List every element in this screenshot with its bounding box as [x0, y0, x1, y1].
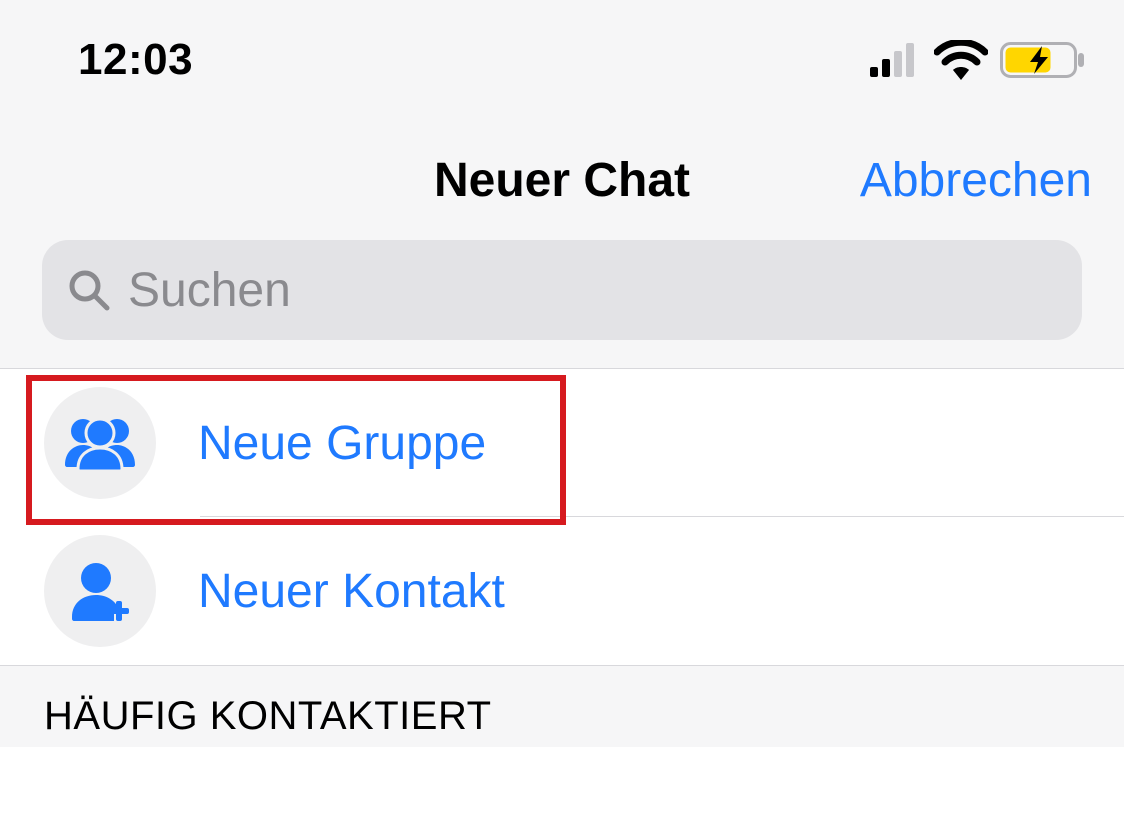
search-input[interactable]	[128, 263, 1056, 318]
new-contact-label: Neuer Kontakt	[198, 564, 505, 619]
cancel-button[interactable]: Abbrechen	[860, 120, 1092, 240]
new-contact-row[interactable]: Neuer Kontakt	[0, 517, 1124, 665]
action-list: Neue Gruppe Neuer Kontakt	[0, 369, 1124, 665]
search-bar	[0, 240, 1124, 369]
group-icon	[44, 387, 156, 499]
search-field[interactable]	[42, 240, 1082, 340]
status-icons	[870, 40, 1086, 80]
cellular-icon	[870, 43, 922, 77]
new-group-label: Neue Gruppe	[198, 416, 486, 471]
nav-bar: Neuer Chat Abbrechen	[0, 120, 1124, 240]
new-group-row[interactable]: Neue Gruppe	[0, 369, 1124, 517]
add-contact-icon	[44, 535, 156, 647]
search-icon	[68, 269, 110, 311]
battery-charging-icon	[1000, 40, 1086, 80]
frequent-section-header: HÄUFIG KONTAKTIERT	[0, 665, 1124, 747]
status-time: 12:03	[78, 35, 193, 85]
wifi-icon	[934, 40, 988, 80]
status-bar: 12:03	[0, 0, 1124, 120]
